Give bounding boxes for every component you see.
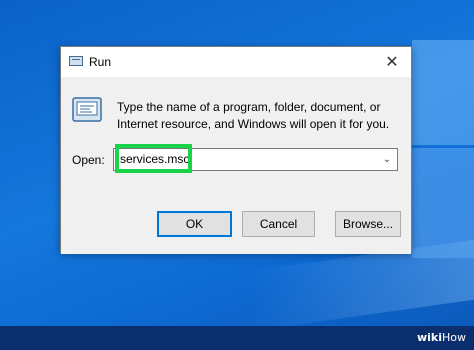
- input-highlight-box: [115, 144, 192, 173]
- open-label: Open:: [72, 153, 105, 167]
- windows-logo-pane-top: [412, 40, 474, 145]
- title-bar[interactable]: Run ✕: [61, 47, 411, 77]
- run-program-icon: [72, 97, 102, 122]
- chevron-down-icon[interactable]: ⌄: [381, 153, 393, 167]
- taskbar: [0, 326, 474, 350]
- dialog-body: [61, 77, 411, 205]
- run-icon: [69, 56, 83, 66]
- watermark-how: How: [442, 331, 466, 344]
- run-description: Type the name of a program, folder, docu…: [117, 100, 390, 131]
- watermark-wiki: wiki: [416, 331, 442, 344]
- close-icon[interactable]: ✕: [383, 53, 401, 71]
- run-dialog: Run ✕ Type the name of a program, folder…: [60, 46, 412, 254]
- dialog-title: Run: [89, 55, 112, 69]
- browse-button[interactable]: Browse...: [335, 211, 401, 237]
- wikihow-watermark: wikiHow: [417, 331, 466, 344]
- windows-logo-pane-bottom: [412, 148, 474, 258]
- ok-button[interactable]: OK: [157, 211, 232, 237]
- cancel-button[interactable]: Cancel: [242, 211, 315, 237]
